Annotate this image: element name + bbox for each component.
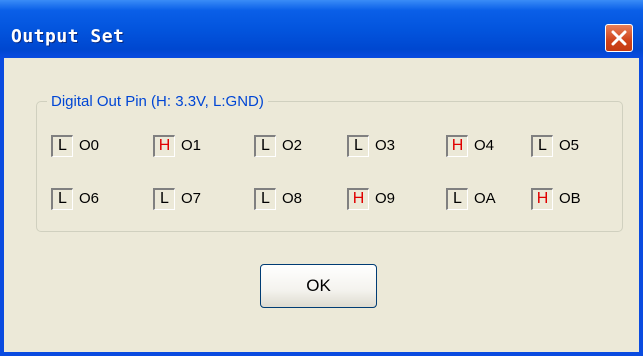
- pin-state-toggle[interactable]: L: [254, 135, 276, 157]
- pin-label: O5: [559, 137, 580, 154]
- pin-state-toggle[interactable]: L: [531, 135, 553, 157]
- pin-label: O4: [474, 137, 495, 154]
- pin-state-toggle[interactable]: H: [446, 135, 468, 157]
- pin-state-toggle[interactable]: L: [347, 135, 369, 157]
- pin-label: OB: [559, 190, 581, 207]
- pin-state-toggle[interactable]: H: [153, 135, 175, 157]
- pin-label: O3: [375, 137, 396, 154]
- pin-label: O9: [375, 190, 396, 207]
- close-button[interactable]: [605, 24, 633, 52]
- pin-state-toggle[interactable]: L: [153, 188, 175, 210]
- close-icon: [611, 30, 627, 46]
- title-bar[interactable]: Output Set: [0, 0, 643, 58]
- window-title: Output Set: [11, 26, 125, 47]
- pin-label: OA: [474, 190, 496, 207]
- group-legend: Digital Out Pin (H: 3.3V, L:GND): [47, 93, 268, 111]
- pin-label: O6: [79, 190, 100, 207]
- ok-button[interactable]: OK: [260, 264, 377, 308]
- pin-label: O1: [181, 137, 202, 154]
- pin-label: O8: [282, 190, 303, 207]
- pin-state-toggle[interactable]: L: [51, 135, 73, 157]
- pin-state-toggle[interactable]: H: [531, 188, 553, 210]
- digital-out-group: [36, 101, 623, 232]
- pin-state-toggle[interactable]: L: [446, 188, 468, 210]
- pin-label: O0: [79, 137, 100, 154]
- pin-label: O7: [181, 190, 202, 207]
- pin-state-toggle[interactable]: L: [254, 188, 276, 210]
- pin-state-toggle[interactable]: H: [347, 188, 369, 210]
- pin-label: O2: [282, 137, 303, 154]
- pin-state-toggle[interactable]: L: [51, 188, 73, 210]
